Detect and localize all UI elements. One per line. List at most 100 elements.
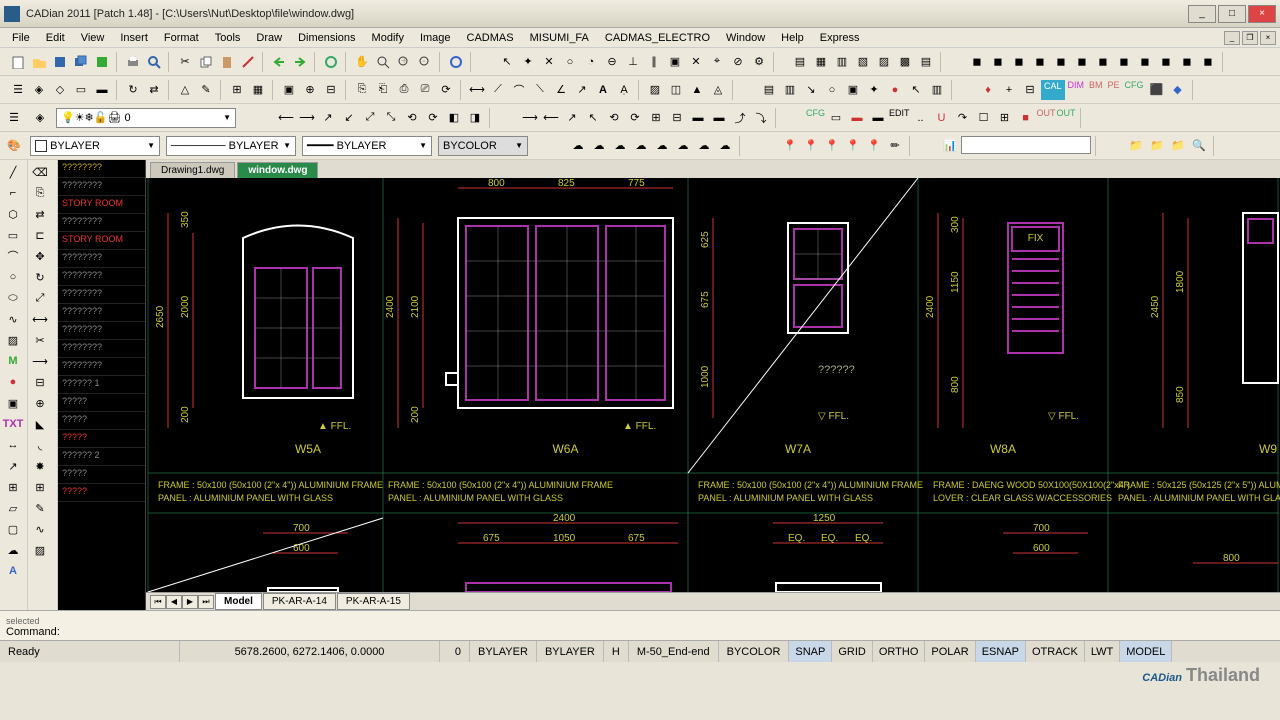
anno-tool-9[interactable]: ⬛ <box>1147 80 1167 100</box>
ext-tool-3[interactable]: ◼ <box>1009 52 1029 72</box>
trim-tool[interactable]: ✂ <box>30 330 50 350</box>
status-toggle-esnap[interactable]: ESNAP <box>976 641 1026 662</box>
pe-label[interactable]: PE <box>1106 80 1122 100</box>
layer-state-button[interactable]: ◈ <box>30 108 50 128</box>
linetype-dropdown[interactable]: ─────── BYLAYER▼ <box>166 136 296 156</box>
ext-tool-4[interactable]: ◼ <box>1030 52 1050 72</box>
boundary-button[interactable]: ◬ <box>708 80 728 100</box>
ext-tool-10[interactable]: ◼ <box>1156 52 1176 72</box>
cal-label[interactable]: CAL <box>1041 80 1065 100</box>
ext-tool-11[interactable]: ◼ <box>1177 52 1197 72</box>
layout-a14[interactable]: PK-AR-A-14 <box>263 593 336 610</box>
dim-radius[interactable]: ⟍ <box>530 80 550 100</box>
close-button[interactable]: × <box>1248 5 1276 23</box>
print-preview-button[interactable] <box>144 52 164 72</box>
block-tool-5[interactable]: ▨ <box>874 52 894 72</box>
ms-6[interactable]: ⟳ <box>625 108 645 128</box>
marker-1[interactable]: 📍 <box>780 136 800 156</box>
mod-6[interactable]: ⤡ <box>381 108 401 128</box>
point-tool[interactable]: ● <box>2 372 24 392</box>
zoom-out-button[interactable]: - <box>415 52 435 72</box>
menu-draw[interactable]: Draw <box>248 30 290 46</box>
hatch-tool[interactable]: ▨ <box>2 330 24 350</box>
status-toggle-polar[interactable]: POLAR <box>925 641 975 662</box>
marker-6[interactable]: ✏ <box>885 136 905 156</box>
menu-modify[interactable]: Modify <box>364 30 412 46</box>
export-button[interactable] <box>92 52 112 72</box>
layout-model[interactable]: Model <box>215 593 262 610</box>
menu-image[interactable]: Image <box>412 30 459 46</box>
extend-tool[interactable]: ⟶ <box>30 351 50 371</box>
layer-item[interactable]: ????? <box>58 394 145 412</box>
lt-9[interactable]: ■ <box>1016 108 1036 128</box>
osnap-insert[interactable]: ▣ <box>665 52 685 72</box>
ext-tool-5[interactable]: ◼ <box>1051 52 1071 72</box>
ms-4[interactable]: ↖ <box>583 108 603 128</box>
ms-7[interactable]: ⊞ <box>646 108 666 128</box>
measure-area[interactable]: ✎ <box>196 80 216 100</box>
rotate-tool[interactable]: ↻ <box>30 267 50 287</box>
status-toggle-lwt[interactable]: LWT <box>1085 641 1120 662</box>
erase-tool[interactable]: ⌫ <box>30 162 50 182</box>
block-tool[interactable]: ▣ <box>2 393 24 413</box>
ext-tool-8[interactable]: ◼ <box>1114 52 1134 72</box>
layer-dropdown[interactable]: 💡☀❄🔓🖨 0▼ <box>56 108 236 128</box>
layer-item[interactable]: ????? <box>58 412 145 430</box>
marker-2[interactable]: 📍 <box>801 136 821 156</box>
select-all-button[interactable]: ▬ <box>92 80 112 100</box>
osnap-intersection[interactable]: ✕ <box>539 52 559 72</box>
status-toggle-otrack[interactable]: OTRACK <box>1026 641 1085 662</box>
plotstyle-dropdown[interactable]: BYCOLOR▼ <box>438 136 528 156</box>
menu-tools[interactable]: Tools <box>207 30 249 46</box>
join-tool[interactable]: ⊕ <box>30 393 50 413</box>
color-picker-button[interactable]: 🎨 <box>4 136 24 156</box>
out-label[interactable]: OUT <box>1037 108 1056 128</box>
line-tool[interactable]: ╱ <box>2 162 24 182</box>
layer-iso-button[interactable]: ◈ <box>29 80 49 100</box>
dim-label[interactable]: DIM <box>1066 80 1087 100</box>
out2-label[interactable]: OUT <box>1057 108 1076 128</box>
wipeout-tool[interactable]: ▢ <box>2 519 24 539</box>
block-tool-2[interactable]: ▦ <box>811 52 831 72</box>
lt-2[interactable]: ▬ <box>847 108 867 128</box>
menu-help[interactable]: Help <box>773 30 812 46</box>
view-tool-9[interactable]: ▥ <box>927 80 947 100</box>
osnap-endpoint[interactable]: ↖ <box>497 52 517 72</box>
dim-leader[interactable]: ↗ <box>572 80 592 100</box>
cloud-2[interactable]: ☁ <box>589 136 609 156</box>
layer-manager-button[interactable]: ☰ <box>8 80 28 100</box>
open-button[interactable] <box>29 52 49 72</box>
circle-tool[interactable]: ○ <box>2 267 24 287</box>
lt-6[interactable]: ↷ <box>953 108 973 128</box>
lt-3[interactable]: ▬ <box>868 108 888 128</box>
ms-9[interactable]: ▬ <box>688 108 708 128</box>
view-tool-7[interactable]: ● <box>885 80 905 100</box>
layout-first[interactable]: ⏮ <box>150 595 166 609</box>
lt-5[interactable]: U <box>932 108 952 128</box>
edit-hatch-tool[interactable]: ▨ <box>30 540 50 560</box>
calc-input[interactable] <box>961 136 1091 154</box>
leader-tool[interactable]: ↗ <box>2 456 24 476</box>
chamfer-tool[interactable]: ◣ <box>30 414 50 434</box>
dim-arc[interactable]: ⌒ <box>509 80 529 100</box>
osnap-perpendicular[interactable]: ⊥ <box>623 52 643 72</box>
marker-4[interactable]: 📍 <box>843 136 863 156</box>
save-button[interactable] <box>50 52 70 72</box>
mtext-tool[interactable]: M <box>2 351 24 371</box>
folder-4[interactable]: 🔍 <box>1189 136 1209 156</box>
command-line[interactable]: selected Command: <box>0 610 1280 640</box>
rect-tool[interactable]: ▭ <box>2 225 24 245</box>
osnap-center[interactable]: ○ <box>560 52 580 72</box>
cloud-6[interactable]: ☁ <box>673 136 693 156</box>
ext-tool-12[interactable]: ◼ <box>1198 52 1218 72</box>
layout-next[interactable]: ▶ <box>182 595 198 609</box>
marker-5[interactable]: 📍 <box>864 136 884 156</box>
layer-item[interactable]: STORY ROOM <box>58 196 145 214</box>
mtext-button[interactable]: Ạ <box>614 80 634 100</box>
mirror-button[interactable]: ⇄ <box>144 80 164 100</box>
bm-label[interactable]: BM <box>1087 80 1105 100</box>
arc-tool[interactable]: ⌒ <box>2 246 24 266</box>
layer-item[interactable]: ????? <box>58 466 145 484</box>
osnap-tangent[interactable]: ⊖ <box>602 52 622 72</box>
mod-4[interactable]: ↙ <box>339 108 359 128</box>
